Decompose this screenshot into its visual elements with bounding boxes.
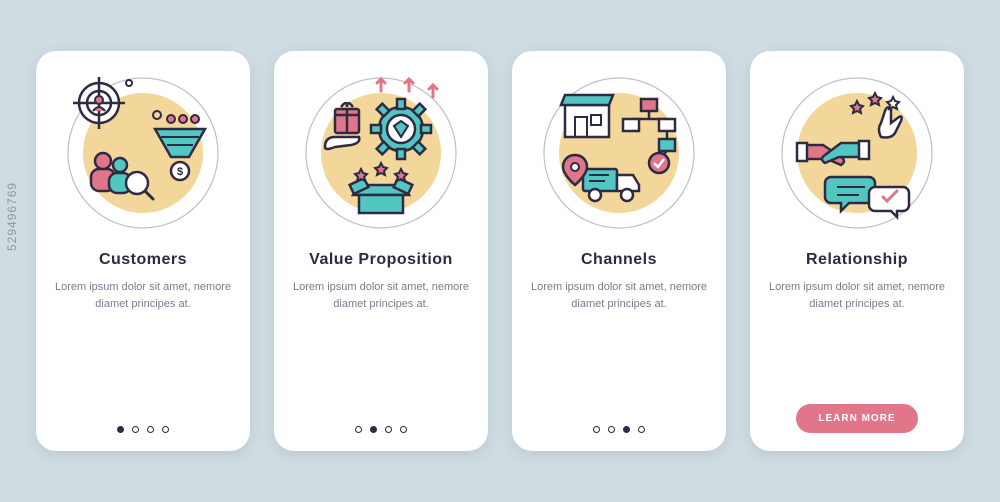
page-dot[interactable] bbox=[638, 426, 645, 433]
onboarding-cards-row: $ Customers Lorem ipsum dolor sit amet, … bbox=[36, 51, 964, 451]
value-proposition-illustration bbox=[301, 73, 461, 233]
card-description: Lorem ipsum dolor sit amet, nemore diame… bbox=[768, 279, 946, 396]
relationship-illustration bbox=[777, 73, 937, 233]
onboarding-card-customers: $ Customers Lorem ipsum dolor sit amet, … bbox=[36, 51, 250, 451]
svg-text:$: $ bbox=[177, 166, 183, 178]
page-dot[interactable] bbox=[132, 426, 139, 433]
onboarding-card-channels: Channels Lorem ipsum dolor sit amet, nem… bbox=[512, 51, 726, 451]
page-dot[interactable] bbox=[400, 426, 407, 433]
page-dot[interactable] bbox=[370, 426, 377, 433]
card-title: Channels bbox=[581, 251, 657, 269]
page-dot[interactable] bbox=[608, 426, 615, 433]
card-description: Lorem ipsum dolor sit amet, nemore diame… bbox=[292, 279, 470, 418]
pagination bbox=[355, 426, 407, 433]
pagination bbox=[117, 426, 169, 433]
page-dot[interactable] bbox=[355, 426, 362, 433]
pagination bbox=[593, 426, 645, 433]
page-dot[interactable] bbox=[593, 426, 600, 433]
card-title: Customers bbox=[99, 251, 187, 269]
learn-more-button[interactable]: LEARN MORE bbox=[796, 404, 917, 433]
card-title: Value Proposition bbox=[309, 251, 453, 269]
watermark: 529496769 bbox=[5, 182, 19, 251]
onboarding-card-value-proposition: Value Proposition Lorem ipsum dolor sit … bbox=[274, 51, 488, 451]
onboarding-card-relationship: Relationship Lorem ipsum dolor sit amet,… bbox=[750, 51, 964, 451]
card-description: Lorem ipsum dolor sit amet, nemore diame… bbox=[54, 279, 232, 418]
customers-illustration: $ bbox=[63, 73, 223, 233]
page-dot[interactable] bbox=[117, 426, 124, 433]
channels-illustration bbox=[539, 73, 699, 233]
page-dot[interactable] bbox=[623, 426, 630, 433]
card-description: Lorem ipsum dolor sit amet, nemore diame… bbox=[530, 279, 708, 418]
page-dot[interactable] bbox=[385, 426, 392, 433]
page-dot[interactable] bbox=[162, 426, 169, 433]
card-title: Relationship bbox=[806, 251, 908, 269]
page-dot[interactable] bbox=[147, 426, 154, 433]
